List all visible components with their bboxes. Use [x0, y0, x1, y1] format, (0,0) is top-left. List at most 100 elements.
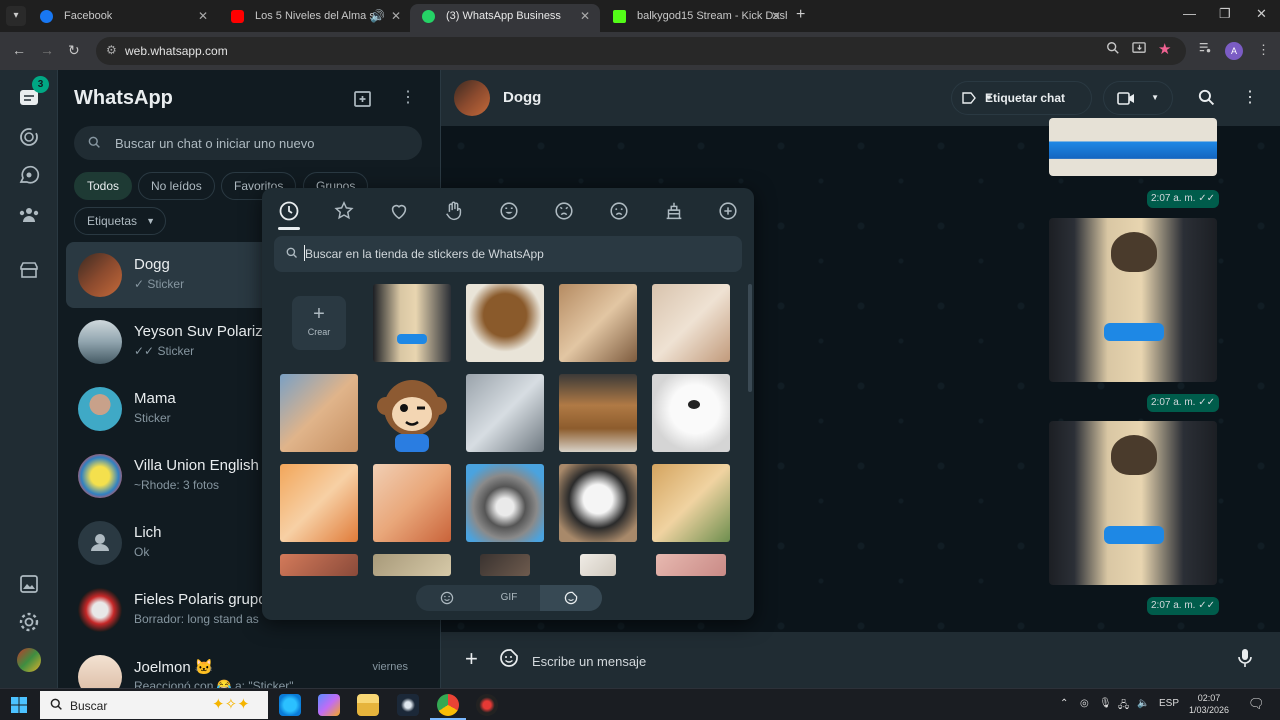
site-settings-icon[interactable]: ⚙ — [106, 43, 117, 57]
sticker-item[interactable] — [373, 464, 451, 542]
create-sticker-button[interactable]: + Crear — [292, 296, 346, 350]
sticker-item[interactable] — [466, 374, 544, 452]
communities-icon[interactable] — [17, 203, 41, 227]
sticker-store-search[interactable]: Buscar en la tienda de stickers de Whats… — [274, 236, 742, 272]
back-icon[interactable]: ← — [12, 42, 26, 58]
sticker-tab[interactable] — [540, 585, 602, 611]
sticker-item[interactable] — [466, 464, 544, 542]
speaker-icon[interactable]: 🔊 — [370, 4, 385, 28]
chat-search-input[interactable]: Buscar un chat o iniciar uno nuevo — [74, 126, 422, 160]
close-tab-icon[interactable]: ✕ — [771, 4, 781, 28]
close-tab-icon[interactable]: ✕ — [391, 4, 401, 28]
sticker-item[interactable] — [652, 464, 730, 542]
emoji-tab[interactable] — [416, 585, 478, 611]
sticker-message[interactable] — [1049, 118, 1217, 176]
sticker-item[interactable] — [580, 554, 616, 576]
search-icon[interactable] — [1198, 89, 1215, 106]
address-bar[interactable]: ⚙ web.whatsapp.com — [96, 37, 1186, 65]
sticker-item[interactable] — [373, 374, 451, 452]
media-controls-icon[interactable] — [1198, 41, 1212, 55]
steam-icon[interactable] — [397, 694, 419, 716]
filter-todos[interactable]: Todos — [74, 172, 133, 200]
picker-scrollbar[interactable] — [748, 284, 752, 392]
sticker-item[interactable] — [559, 464, 637, 542]
new-tab-button[interactable]: + — [796, 6, 805, 24]
reload-icon[interactable]: ↻ — [68, 42, 80, 59]
sticker-item[interactable] — [559, 284, 637, 362]
close-tab-icon[interactable]: ✕ — [198, 4, 208, 28]
file-explorer-icon[interactable] — [357, 694, 379, 716]
tags-dropdown[interactable]: Etiquetas ▼ — [74, 207, 167, 235]
chrome-icon[interactable] — [437, 694, 459, 716]
sad-face-icon[interactable] — [608, 200, 632, 224]
forward-icon[interactable]: → — [40, 42, 54, 58]
sticker-message[interactable] — [1049, 421, 1217, 585]
sticker-icon[interactable] — [499, 648, 519, 668]
tab-facebook[interactable]: Facebook ✕ — [28, 4, 218, 32]
favorites-star-icon[interactable] — [333, 200, 357, 224]
attach-plus-icon[interactable]: + — [465, 648, 478, 670]
media-icon[interactable] — [17, 572, 41, 596]
sticker-item[interactable] — [280, 554, 358, 576]
celebrate-cake-icon[interactable] — [663, 200, 687, 224]
sticker-item[interactable] — [559, 374, 637, 452]
copilot-icon[interactable] — [318, 694, 340, 716]
chat-row[interactable]: Joelmon 🐱 Reaccionó con 😂 a: "Sticker" v… — [66, 644, 440, 688]
tab-kick[interactable]: balkygod15 Stream - Kick Dash ✕ — [601, 4, 791, 32]
sticker-item[interactable] — [480, 554, 530, 576]
windows-start-icon[interactable] — [11, 697, 27, 713]
happy-face-icon[interactable] — [498, 200, 522, 224]
sticker-item[interactable] — [280, 464, 358, 542]
love-heart-icon[interactable] — [388, 200, 412, 224]
sticker-item[interactable] — [656, 554, 726, 576]
profile-avatar[interactable] — [17, 648, 41, 672]
meet-now-icon[interactable]: ◎ — [1080, 698, 1089, 709]
close-window-button[interactable]: ✕ — [1256, 6, 1267, 22]
volume-icon[interactable]: 🔈 — [1137, 698, 1149, 709]
sticker-item[interactable] — [652, 284, 730, 362]
avatar[interactable] — [454, 80, 490, 116]
install-app-icon[interactable] — [1132, 41, 1147, 55]
browser-menu-icon[interactable]: ⋮ — [1257, 42, 1270, 58]
greeting-hand-icon[interactable] — [443, 200, 467, 224]
zoom-icon[interactable] — [1106, 41, 1120, 55]
tab-search-button[interactable]: ▾ — [6, 6, 26, 26]
settings-gear-icon[interactable] — [17, 610, 41, 634]
label-chat-button[interactable]: Etiquetar chat ▼ — [951, 81, 1092, 115]
menu-dots-icon[interactable]: ⋮ — [400, 87, 416, 107]
minimize-button[interactable]: — — [1183, 6, 1196, 21]
business-tools-icon[interactable] — [17, 258, 41, 282]
close-tab-icon[interactable]: ✕ — [580, 4, 590, 28]
tab-whatsapp[interactable]: (3) WhatsApp Business ✕ — [410, 4, 600, 32]
sticker-item[interactable] — [466, 284, 544, 362]
recent-clock-icon[interactable] — [278, 200, 302, 224]
sticker-item[interactable] — [373, 554, 451, 576]
sticker-item[interactable] — [373, 284, 451, 362]
sticker-item[interactable] — [652, 374, 730, 452]
add-sticker-plus-icon[interactable] — [717, 200, 741, 224]
sticker-item[interactable] — [280, 374, 358, 452]
system-clock[interactable]: 02:07 1/03/2026 — [1186, 692, 1232, 716]
channels-icon[interactable] — [17, 164, 41, 188]
sticker-message[interactable] — [1049, 218, 1217, 382]
filter-no-leidos[interactable]: No leídos — [138, 172, 215, 200]
edge-browser-icon[interactable] — [279, 694, 301, 716]
new-chat-icon[interactable] — [354, 90, 372, 108]
notifications-icon[interactable]: 🗨 — [1248, 696, 1265, 712]
contact-name[interactable]: Dogg — [503, 89, 541, 106]
tab-youtube[interactable]: Los 5 Niveles del Alma seg 🔊 ✕ — [219, 4, 411, 32]
obs-studio-icon[interactable] — [476, 694, 498, 716]
bookmark-star-icon[interactable]: ★ — [1158, 40, 1171, 58]
microphone-icon[interactable] — [1238, 648, 1252, 668]
maximize-button[interactable]: ❐ — [1219, 6, 1231, 22]
angry-face-icon[interactable] — [553, 200, 577, 224]
microphone-icon[interactable]: 🎙 — [1099, 698, 1112, 709]
taskbar-search[interactable]: Buscar ✦✧✦ — [40, 691, 268, 719]
status-icon[interactable] — [17, 125, 41, 149]
gif-tab[interactable]: GIF — [478, 585, 540, 611]
message-input[interactable]: Escribe un mensaje — [532, 654, 646, 669]
profile-avatar[interactable]: A — [1225, 42, 1243, 60]
video-call-button[interactable]: ▼ — [1103, 81, 1173, 115]
input-language[interactable]: ESP — [1159, 698, 1179, 709]
network-icon[interactable]: 🖧 — [1118, 698, 1129, 715]
